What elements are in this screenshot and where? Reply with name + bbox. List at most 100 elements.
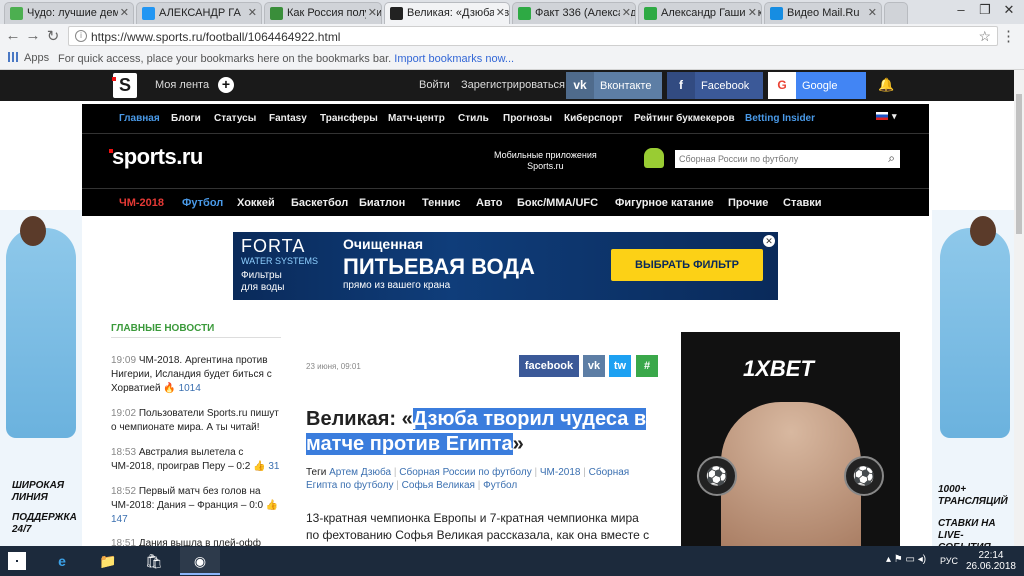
new-tab-button[interactable]	[884, 2, 908, 24]
bet-ad[interactable]: 1XBET ⚽ ⚽	[681, 332, 900, 546]
forta-subtitle: WATER SYSTEMS	[241, 256, 319, 266]
tab-6[interactable]: Видео Mail.Ru ✕	[764, 2, 882, 24]
nav-boxing[interactable]: Бокс/ММА/UFC	[517, 197, 598, 209]
forta-banner-ad[interactable]: FORTA WATER SYSTEMS Фильтры для воды Очищ…	[233, 232, 778, 300]
nav-blogs[interactable]: Блоги	[171, 113, 201, 124]
vk-login-button[interactable]: vk Вконтакте	[566, 72, 662, 99]
android-icon[interactable]	[644, 148, 664, 168]
close-icon[interactable]: ✕	[763, 235, 775, 247]
close-icon[interactable]: ✕	[365, 6, 377, 19]
nav-tennis[interactable]: Теннис	[422, 197, 460, 209]
nav-fantasy[interactable]: Fantasy	[269, 113, 307, 124]
chrome-icon[interactable]: ◉	[180, 547, 220, 575]
windows-start-icon[interactable]	[8, 552, 26, 570]
site-logo[interactable]: sports.ru	[109, 144, 203, 170]
nav-wc-2018[interactable]: ЧМ-2018	[119, 197, 164, 209]
explorer-icon[interactable]: 📁	[88, 547, 128, 575]
apps-shortcut[interactable]: Apps	[8, 52, 49, 64]
nav-statuses[interactable]: Статусы	[214, 113, 256, 124]
nav-predictions[interactable]: Прогнозы	[503, 113, 552, 124]
reload-icon[interactable]: ↻	[44, 27, 62, 45]
tab-0[interactable]: Чудо: лучшие демо ✕	[4, 2, 134, 24]
register-link[interactable]: Зарегистрироваться	[461, 79, 565, 91]
store-icon[interactable]: 🛍	[134, 547, 174, 575]
login-link[interactable]: Войти	[419, 79, 450, 91]
close-icon[interactable]: ✕	[493, 6, 505, 19]
chevron-down-icon[interactable]: ▾	[892, 111, 897, 122]
tab-favicon-icon	[518, 7, 531, 20]
nav-transfers[interactable]: Трансферы	[320, 113, 378, 124]
close-icon[interactable]: ✕	[619, 6, 631, 19]
language-indicator[interactable]: РУС	[940, 556, 958, 566]
close-window-icon[interactable]: ✕	[998, 2, 1020, 20]
scrollbar-thumb[interactable]	[1016, 94, 1022, 234]
news-item[interactable]: 18:53 Австралия вылетела с ЧМ-2018, прои…	[111, 446, 286, 474]
tab-4[interactable]: Факт 336 (Александ ✕	[512, 2, 636, 24]
ie-icon[interactable]: e	[42, 547, 82, 575]
nav-style[interactable]: Стиль	[458, 113, 489, 124]
clock[interactable]: 22:14 26.06.2018	[966, 550, 1016, 572]
tag-link[interactable]: Футбол	[483, 480, 517, 491]
google-login-button[interactable]: G Google	[768, 72, 866, 99]
news-item[interactable]: 19:09 ЧМ-2018. Аргентина против Нигерии,…	[111, 354, 286, 396]
info-icon[interactable]: i	[75, 30, 87, 42]
search-icon[interactable]: ⌕	[888, 151, 895, 166]
nav-biathlon[interactable]: Биатлон	[359, 197, 405, 209]
news-item[interactable]: 19:02 Пользователи Sports.ru пишут о чем…	[111, 407, 286, 435]
nav-betting-insider[interactable]: Betting Insider	[745, 113, 815, 124]
tag-link[interactable]: Артем Дзюба	[329, 467, 391, 478]
tab-1[interactable]: АЛЕКСАНДР ГА ✕	[136, 2, 262, 24]
news-item[interactable]: 18:52 Первый матч без голов на ЧМ-2018: …	[111, 485, 286, 527]
tab-2[interactable]: Как Россия получи ✕	[264, 2, 382, 24]
forward-icon[interactable]: →	[24, 27, 42, 44]
back-icon[interactable]: ←	[4, 27, 22, 44]
nav-hockey[interactable]: Хоккей	[237, 197, 275, 209]
close-icon[interactable]: ✕	[245, 6, 257, 19]
article-tags: Теги Артем Дзюба | Сборная России по фут…	[306, 467, 630, 491]
tab-3[interactable]: Великая: «Дзюба тв ✕	[384, 2, 510, 24]
plus-icon[interactable]: +	[218, 77, 234, 93]
scrollbar[interactable]	[1014, 70, 1024, 546]
tag-link[interactable]: ЧМ-2018	[540, 467, 581, 478]
nav-auto[interactable]: Авто	[476, 197, 503, 209]
left-side-ad[interactable]: ШИРОКАЯ ЛИНИЯ ПОДДЕРЖКА 24/7	[0, 210, 82, 546]
bell-icon[interactable]: 🔔	[878, 77, 894, 93]
share-vk-button[interactable]: vk	[583, 355, 605, 377]
apps-label: Apps	[24, 52, 50, 64]
apps-grid-icon	[8, 52, 18, 62]
tag-link[interactable]: Сборная России по футболу	[399, 467, 531, 478]
nav-basketball[interactable]: Баскетбол	[291, 197, 348, 209]
import-bookmarks-link[interactable]: Import bookmarks now...	[394, 53, 514, 65]
share-other-button[interactable]: #	[636, 355, 658, 377]
choose-filter-button[interactable]: ВЫБРАТЬ ФИЛЬТР	[611, 249, 763, 281]
tag-link[interactable]: Софья Великая	[402, 480, 475, 491]
sports-logo-icon[interactable]: S	[112, 73, 137, 98]
close-icon[interactable]: ✕	[117, 6, 129, 19]
nav-football[interactable]: Футбол	[182, 197, 223, 209]
nav-match-center[interactable]: Матч-центр	[388, 113, 445, 124]
news-item[interactable]: 18:51 Дания вышла в плей-офф	[111, 537, 286, 546]
nav-figure-skating[interactable]: Фигурное катание	[615, 197, 714, 209]
close-icon[interactable]: ✕	[745, 6, 757, 19]
minimize-icon[interactable]: –	[950, 2, 972, 20]
facebook-login-button[interactable]: f Facebook	[667, 72, 763, 99]
flag-ru-icon[interactable]	[876, 112, 888, 120]
nav-bookmaker-rating[interactable]: Рейтинг букмекеров	[634, 113, 735, 124]
nav-home[interactable]: Главная	[119, 113, 160, 124]
share-facebook-button[interactable]: facebook	[519, 355, 579, 377]
nav-other[interactable]: Прочие	[728, 197, 768, 209]
right-side-ad[interactable]: 1000+ ТРАНСЛЯЦИЙ СТАВКИ НА LIVE-СОБЫТИЯ	[932, 210, 1014, 546]
nav-esports[interactable]: Киберспорт	[564, 113, 623, 124]
headline-selected-1: Дзюба творил чудеса в	[412, 408, 647, 430]
close-icon[interactable]: ✕	[865, 6, 877, 19]
address-bar[interactable]: i https://www.sports.ru/football/1064464…	[68, 26, 998, 46]
browser-menu-icon[interactable]: ⋮	[1001, 27, 1016, 45]
search-input[interactable]: Сборная России по футболу ⌕	[675, 150, 900, 168]
nav-bets[interactable]: Ставки	[783, 197, 821, 209]
tab-5[interactable]: Александр Гашин: к ✕	[638, 2, 762, 24]
share-twitter-button[interactable]: tw	[609, 355, 631, 377]
tray-icons[interactable]: ▴ ⚑ ▭ ◂)	[886, 554, 926, 565]
maximize-icon[interactable]: ❐	[974, 2, 996, 20]
my-feed-link[interactable]: Моя лента	[155, 79, 209, 91]
bookmark-star-icon[interactable]: ☆	[978, 28, 991, 45]
